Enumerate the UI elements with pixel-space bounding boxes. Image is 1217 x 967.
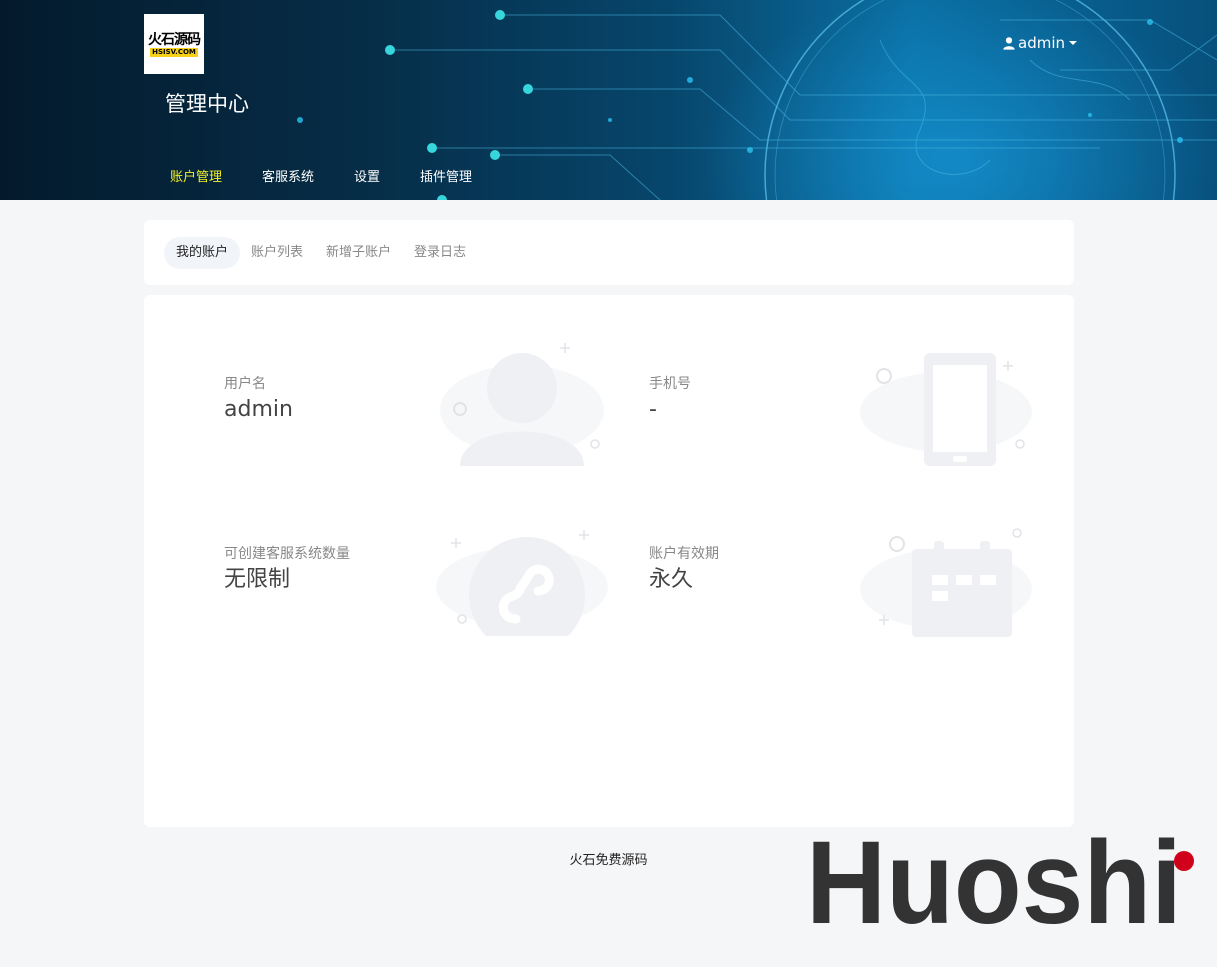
calendar-icon xyxy=(860,528,1032,637)
watermark-text: Huoshi xyxy=(806,829,1182,929)
quota-label: 可创建客服系统数量 xyxy=(224,546,350,562)
account-info-card: 用户名 admin 手机号 - 可创建客服系统数量 无限制 账户有效期 永久 xyxy=(144,295,1074,827)
logo-domain: HSISV.COM xyxy=(150,47,198,57)
validity-value: 永久 xyxy=(649,567,694,592)
tabs-card: 我的账户 账户列表 新增子账户 登录日志 xyxy=(144,220,1074,285)
nav-item-settings[interactable]: 设置 xyxy=(354,166,380,185)
chevron-down-icon xyxy=(1069,41,1077,45)
username-field: 用户名 admin xyxy=(224,375,293,425)
quota-value: 无限制 xyxy=(224,567,291,592)
user-name: admin xyxy=(1018,34,1065,52)
validity-field: 账户有效期 永久 xyxy=(649,545,719,595)
validity-label: 账户有效期 xyxy=(649,546,719,562)
user-icon xyxy=(1003,37,1015,50)
huoshi-watermark-logo: Huoshi xyxy=(806,829,1194,929)
site-logo[interactable]: 火石源码 HSISV.COM xyxy=(144,14,204,74)
nav-item-customer-service[interactable]: 客服系统 xyxy=(262,166,314,185)
nav-item-plugins[interactable]: 插件管理 xyxy=(420,166,472,185)
phone-icon xyxy=(860,353,1032,466)
nav-item-account[interactable]: 账户管理 xyxy=(170,166,222,185)
mini-program-icon xyxy=(436,530,608,636)
username-value: admin xyxy=(224,397,293,422)
tab-add-sub-account[interactable]: 新增子账户 xyxy=(314,237,403,269)
main-nav: 账户管理 客服系统 设置 插件管理 xyxy=(170,166,512,185)
page-title: 管理中心 xyxy=(165,92,249,116)
user-menu-dropdown[interactable]: admin xyxy=(1002,34,1077,52)
header-banner: 火石源码 HSISV.COM 管理中心 admin 账户管理 客服系统 设置 插… xyxy=(0,0,1217,200)
phone-value: - xyxy=(649,397,657,422)
tab-account-list[interactable]: 账户列表 xyxy=(239,237,315,269)
logo-text: 火石源码 xyxy=(148,31,201,48)
quota-field: 可创建客服系统数量 无限制 xyxy=(224,545,350,595)
user-icon xyxy=(440,343,604,466)
username-label: 用户名 xyxy=(224,376,266,392)
phone-field: 手机号 - xyxy=(649,375,691,425)
tab-login-log[interactable]: 登录日志 xyxy=(402,237,478,269)
tab-my-account[interactable]: 我的账户 xyxy=(164,237,241,269)
phone-label: 手机号 xyxy=(649,376,691,392)
account-tabs: 我的账户 账户列表 新增子账户 登录日志 xyxy=(164,237,477,269)
